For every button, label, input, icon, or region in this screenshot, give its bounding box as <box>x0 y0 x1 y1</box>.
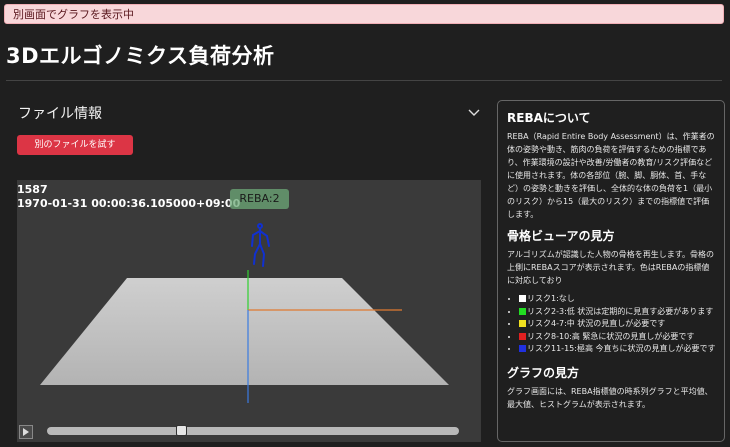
timeline-slider-track[interactable] <box>47 427 459 435</box>
timeline-slider-thumb[interactable] <box>176 425 187 436</box>
skeleton-viewer-heading: 骨格ビューアの見方 <box>507 229 615 243</box>
risk-color-swatch <box>519 295 526 302</box>
list-item: リスク1:なし <box>519 293 716 306</box>
page-title: 3Dエルゴノミクス負荷分析 <box>6 44 275 68</box>
graph-notice-banner: 別画面でグラフを表示中 <box>4 4 724 24</box>
frame-timestamp: 1970-01-31 00:00:36.105000+09:00 <box>17 197 241 210</box>
skeleton-3d-viewer[interactable]: 1587 1970-01-31 00:00:36.105000+09:00 RE… <box>17 180 481 442</box>
risk-color-swatch <box>519 320 526 327</box>
frame-info: 1587 1970-01-31 00:00:36.105000+09:00 <box>17 183 240 211</box>
play-icon <box>23 428 29 436</box>
file-info-header[interactable]: ファイル情報 <box>18 103 482 123</box>
about-reba-text: REBA（Rapid Entire Body Assessment）は、作業者の… <box>507 132 715 219</box>
chevron-up-icon[interactable] <box>466 105 482 121</box>
graph-view-text: グラフ画面には、REBA指標値の時系列グラフと平均値、最大値、ヒストグラムが表示… <box>507 386 713 409</box>
list-item: リスク2-3:低 状況は定期的に見直す必要があります <box>519 306 716 319</box>
risk-legend-list: リスク1:なし リスク2-3:低 状況は定期的に見直す必要があります リスク4-… <box>507 293 716 356</box>
frame-number: 1587 <box>17 183 48 196</box>
risk-color-swatch <box>519 307 526 315</box>
list-item: リスク4-7:中 状況の見直しが必要です <box>519 318 716 331</box>
file-info-title: ファイル情報 <box>18 106 102 122</box>
risk-color-swatch <box>519 332 526 340</box>
reba-score-label: REBA:2 <box>230 189 289 209</box>
info-panel: REBAについて REBA（Rapid Entire Body Assessme… <box>497 100 725 442</box>
skeleton-viewer-text: アルゴリズムが認識した人物の骨格を再生します。骨格の上側にREBAスコアが表示さ… <box>507 250 714 285</box>
3d-scene <box>40 223 449 403</box>
risk-color-swatch <box>519 345 526 352</box>
header-divider <box>6 80 722 81</box>
skeleton-figure <box>251 223 270 267</box>
play-button[interactable] <box>19 425 33 439</box>
floor-plane <box>40 278 449 385</box>
graph-view-heading: グラフの見方 <box>507 365 580 380</box>
about-reba-heading: REBAについて <box>507 111 591 125</box>
list-item: リスク8-10:高 緊急に状況の見直しが必要です <box>519 331 716 344</box>
list-item: リスク11-15:極高 今直ちに状況の見直しが必要です <box>519 343 716 356</box>
try-other-file-button[interactable]: 別のファイルを試す <box>17 135 133 155</box>
